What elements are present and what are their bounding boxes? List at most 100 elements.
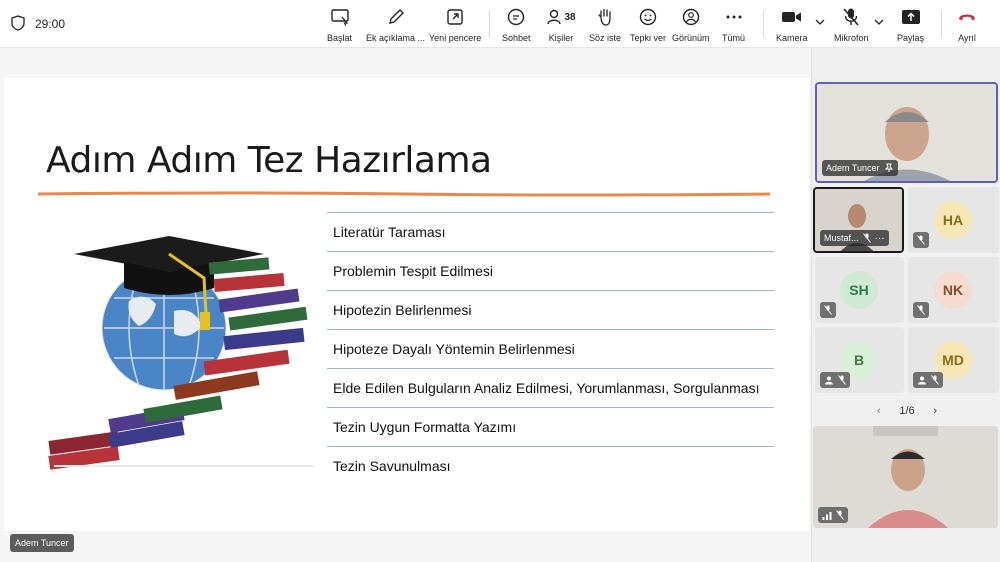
self-status-badge	[818, 507, 848, 523]
mic-off-icon	[917, 305, 925, 315]
popout-icon	[444, 6, 466, 28]
raise-hand-button[interactable]: Söz iste	[589, 4, 621, 44]
people-icon: 38	[545, 6, 577, 28]
share-button[interactable]: Paylaş	[897, 4, 924, 44]
list-item: Literatür Taraması	[327, 212, 774, 251]
mic-off-icon	[824, 305, 832, 315]
leave-label: Ayrıl	[958, 33, 976, 43]
mic-off-icon	[931, 375, 939, 385]
camera-label: Kamera	[776, 33, 808, 43]
speaker-video-tile[interactable]: Adem Tuncer	[815, 82, 998, 183]
shared-content-stage: Adım Adım Tez Hazırlama Literatür Tarama…	[0, 48, 811, 562]
avatar: NK	[934, 271, 972, 309]
share-label: Paylaş	[897, 33, 925, 43]
meeting-timer: 29:00	[35, 17, 66, 31]
participant-avatar-tile[interactable]: B	[815, 327, 904, 393]
mic-status-badge	[820, 302, 836, 318]
people-icon	[918, 376, 926, 385]
mic-off-icon	[838, 375, 846, 385]
participant-pager: ‹ 1/6 ›	[877, 404, 937, 418]
more-button[interactable]: Tümü	[722, 4, 745, 44]
people-icon	[825, 376, 833, 385]
participant-name-tag: Mustaf... ···	[820, 230, 889, 246]
view-icon	[680, 6, 702, 28]
present-button[interactable]: Başlat	[327, 4, 352, 44]
graduation-books-globe-illustration	[48, 236, 314, 470]
mic-off-icon	[840, 6, 862, 28]
hangup-icon	[956, 6, 978, 28]
react-label: Tepki ver	[630, 33, 667, 43]
list-item: Hipoteze Dayalı Yöntemin Belirlenmesi	[327, 329, 774, 368]
view-label: Görünüm	[672, 33, 710, 43]
chat-icon	[505, 6, 527, 28]
speaker-name: Adem Tuncer	[826, 163, 880, 173]
self-video-tile[interactable]	[813, 426, 998, 528]
camera-options-chevron-down-icon[interactable]	[815, 18, 825, 26]
mic-options-chevron-down-icon[interactable]	[874, 18, 884, 26]
emoji-icon	[637, 6, 659, 28]
signal-strength-icon	[822, 511, 832, 520]
annotate-button[interactable]: Ek açıklama ...	[366, 4, 425, 44]
list-item: Tezin Uygun Formatta Yazımı	[327, 407, 774, 446]
share-icon	[900, 6, 922, 28]
participant-avatar-tile[interactable]: MD	[908, 327, 999, 393]
slide-title-underline	[38, 191, 770, 197]
leave-button[interactable]: Ayrıl	[956, 4, 978, 44]
mic-status-badge	[913, 302, 929, 318]
camera-icon	[781, 6, 803, 28]
list-item: Problemin Tespit Edilmesi	[327, 251, 774, 290]
presentation-slide: Adım Adım Tez Hazırlama Literatür Tarama…	[4, 78, 809, 531]
presenter-name-tag: Adem Tuncer	[10, 534, 74, 552]
toolbar-divider	[763, 10, 764, 38]
more-options-icon[interactable]: ···	[875, 233, 885, 244]
list-item: Tezin Savunulması	[327, 446, 774, 485]
mic-off-icon	[836, 510, 844, 520]
mic-status-badge	[913, 232, 929, 248]
present-label: Başlat	[327, 33, 353, 43]
new-window-label: Yeni pencere	[429, 33, 482, 43]
people-label: Kişiler	[548, 33, 574, 43]
microphone-label: Mikrofon	[834, 33, 869, 43]
thesis-steps-list: Literatür Taraması Problemin Tespit Edil…	[327, 212, 774, 485]
mic-status-badge	[820, 372, 850, 388]
present-icon	[329, 6, 351, 28]
avatar: SH	[840, 271, 878, 309]
speaker-name-tag: Adem Tuncer	[822, 160, 898, 176]
view-button[interactable]: Görünüm	[672, 4, 710, 44]
pen-icon	[385, 6, 407, 28]
participant-name: Mustaf...	[824, 233, 859, 243]
chat-label: Sohbet	[502, 33, 531, 43]
shield-icon	[11, 15, 25, 31]
more-label: Tümü	[722, 33, 746, 43]
toolbar-divider	[941, 10, 942, 38]
participants-panel: Adem Tuncer Mustaf... ··· HA SH NK B MD ‹…	[811, 48, 1000, 562]
new-window-button[interactable]: Yeni pencere	[429, 4, 481, 44]
list-item: Hipotezin Belirlenmesi	[327, 290, 774, 329]
chat-button[interactable]: Sohbet	[502, 4, 531, 44]
microphone-button[interactable]: Mikrofon	[834, 4, 869, 44]
people-count: 38	[564, 11, 576, 23]
mic-status-badge	[913, 372, 943, 388]
more-icon	[723, 6, 745, 28]
mic-off-icon	[917, 235, 925, 245]
chevron-left-icon[interactable]: ‹	[877, 405, 881, 417]
avatar: HA	[934, 201, 972, 239]
hand-icon	[594, 6, 616, 28]
participant-avatar-tile[interactable]: SH	[815, 257, 904, 323]
pin-icon	[884, 163, 893, 172]
annotate-label: Ek açıklama ...	[366, 33, 426, 43]
participant-video-tile[interactable]: Mustaf... ···	[813, 187, 904, 253]
mic-off-icon	[862, 233, 871, 243]
page-indicator: 1/6	[899, 405, 915, 417]
camera-button[interactable]: Kamera	[776, 4, 808, 44]
list-item: Elde Edilen Bulguların Analiz Edilmesi, …	[327, 368, 774, 407]
raise-hand-label: Söz iste	[589, 33, 622, 43]
participant-avatar-tile[interactable]: HA	[908, 187, 999, 253]
toolbar-divider	[489, 10, 490, 38]
chevron-right-icon[interactable]: ›	[933, 405, 937, 417]
people-button[interactable]: 38 Kişiler	[545, 4, 577, 44]
meeting-toolbar: 29:00 Başlat Ek açıklama ... Yeni pencer…	[0, 0, 1000, 48]
react-button[interactable]: Tepki ver	[630, 4, 666, 44]
slide-title: Adım Adım Tez Hazırlama	[46, 140, 492, 181]
participant-avatar-tile[interactable]: NK	[908, 257, 999, 323]
